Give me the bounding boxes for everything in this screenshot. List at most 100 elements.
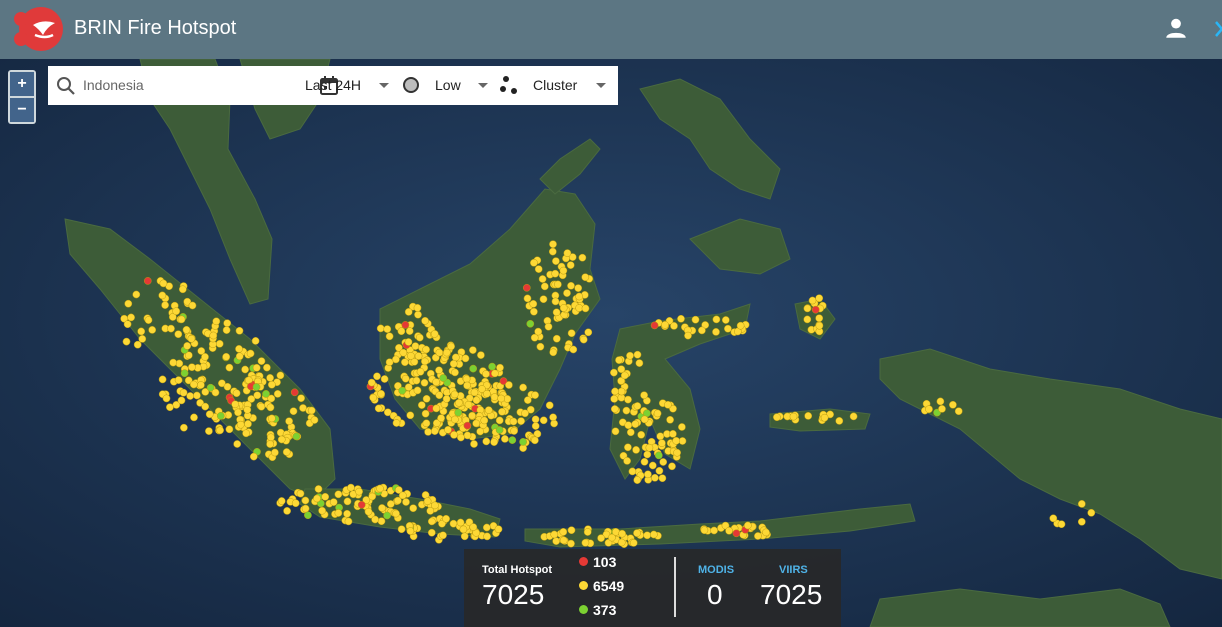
hotspot-marker[interactable]: [263, 363, 271, 372]
hotspot-marker[interactable]: [266, 403, 275, 412]
hotspot-marker[interactable]: [188, 301, 197, 310]
hotspot-marker[interactable]: [574, 284, 583, 292]
hotspot-marker[interactable]: [635, 359, 644, 367]
hotspot-marker[interactable]: [583, 528, 592, 536]
hotspot-marker[interactable]: [517, 417, 525, 425]
hotspot-marker[interactable]: [159, 279, 168, 288]
location-search-input[interactable]: [81, 74, 231, 96]
hotspot-marker[interactable]: [201, 353, 209, 361]
hotspot-marker[interactable]: [143, 277, 152, 285]
hotspot-marker[interactable]: [235, 345, 243, 353]
hotspot-marker[interactable]: [435, 366, 443, 375]
hotspot-marker[interactable]: [1077, 517, 1086, 526]
hotspot-marker[interactable]: [205, 410, 214, 419]
hotspot-marker[interactable]: [343, 509, 351, 518]
hotspot-marker[interactable]: [554, 280, 562, 289]
hotspot-marker[interactable]: [183, 342, 192, 350]
hotspot-marker[interactable]: [664, 400, 672, 409]
hotspot-marker[interactable]: [581, 304, 590, 313]
hotspot-marker[interactable]: [678, 423, 686, 431]
hotspot-marker[interactable]: [442, 395, 451, 403]
hotspot-marker[interactable]: [815, 314, 824, 323]
hotspot-marker[interactable]: [409, 504, 418, 513]
hotspot-marker[interactable]: [548, 247, 557, 256]
hotspot-marker[interactable]: [267, 394, 276, 403]
hotspot-marker[interactable]: [414, 352, 423, 360]
hotspot-marker[interactable]: [416, 367, 425, 376]
hotspot-marker[interactable]: [216, 426, 224, 435]
hotspot-marker[interactable]: [655, 466, 664, 475]
hotspot-marker[interactable]: [197, 381, 205, 389]
hotspot-marker[interactable]: [399, 348, 408, 357]
hotspot-marker[interactable]: [454, 408, 463, 417]
hotspot-marker[interactable]: [189, 380, 198, 389]
hotspot-marker[interactable]: [174, 376, 183, 384]
hotspot-marker[interactable]: [567, 526, 576, 535]
hotspot-marker[interactable]: [422, 394, 431, 403]
hotspot-marker[interactable]: [215, 339, 224, 348]
hotspot-marker[interactable]: [578, 253, 587, 262]
hotspot-marker[interactable]: [661, 321, 669, 329]
hotspot-marker[interactable]: [383, 511, 391, 520]
hotspot-marker[interactable]: [451, 353, 460, 362]
hotspot-marker[interactable]: [654, 451, 663, 460]
hotspot-marker[interactable]: [803, 315, 812, 324]
hotspot-marker[interactable]: [249, 452, 258, 461]
hotspot-marker[interactable]: [421, 316, 429, 325]
hotspot-marker[interactable]: [463, 431, 472, 440]
hotspot-marker[interactable]: [618, 529, 626, 538]
hotspot-marker[interactable]: [656, 432, 665, 441]
hotspot-marker[interactable]: [645, 443, 654, 452]
hotspot-marker[interactable]: [633, 402, 642, 410]
hotspot-marker[interactable]: [211, 388, 220, 397]
hotspot-marker[interactable]: [430, 427, 439, 435]
hotspot-marker[interactable]: [483, 389, 491, 398]
hotspot-marker[interactable]: [180, 423, 188, 432]
hotspot-marker[interactable]: [539, 416, 548, 425]
hotspot-marker[interactable]: [385, 358, 394, 367]
hotspot-marker[interactable]: [368, 492, 377, 501]
hotspot-marker[interactable]: [162, 394, 171, 403]
hotspot-marker[interactable]: [632, 446, 640, 454]
hotspot-marker[interactable]: [460, 532, 469, 541]
hotspot-marker[interactable]: [223, 319, 232, 328]
hotspot-marker[interactable]: [392, 419, 401, 427]
hotspot-marker[interactable]: [190, 413, 198, 422]
hotspot-marker[interactable]: [550, 530, 559, 539]
hotspot-marker[interactable]: [531, 436, 539, 445]
hotspot-marker[interactable]: [369, 393, 378, 402]
hotspot-marker[interactable]: [569, 345, 578, 354]
hotspot-marker[interactable]: [301, 504, 310, 513]
hotspot-marker[interactable]: [477, 351, 485, 359]
hotspot-marker[interactable]: [531, 415, 540, 424]
hotspot-marker[interactable]: [177, 315, 186, 324]
hotspot-marker[interactable]: [271, 448, 279, 457]
hotspot-marker[interactable]: [472, 396, 481, 405]
hotspot-marker[interactable]: [376, 484, 384, 493]
hotspot-marker[interactable]: [954, 407, 963, 416]
hotspot-marker[interactable]: [530, 307, 538, 316]
hotspot-marker[interactable]: [435, 348, 444, 357]
hotspot-marker[interactable]: [172, 307, 181, 316]
hotspot-marker[interactable]: [1077, 500, 1086, 508]
hotspot-marker[interactable]: [640, 457, 649, 466]
hotspot-marker[interactable]: [444, 425, 452, 434]
hotspot-marker[interactable]: [451, 415, 459, 424]
hotspot-marker[interactable]: [611, 427, 620, 436]
hotspot-marker[interactable]: [490, 438, 498, 446]
hotspot-marker[interactable]: [559, 528, 568, 536]
hotspot-marker[interactable]: [273, 390, 282, 398]
hotspot-marker[interactable]: [567, 281, 575, 290]
hotspot-marker[interactable]: [180, 369, 189, 378]
hotspot-marker[interactable]: [451, 368, 459, 377]
hotspot-marker[interactable]: [552, 334, 561, 343]
hotspot-marker[interactable]: [123, 320, 132, 329]
hotspot-marker[interactable]: [463, 381, 471, 390]
hotspot-marker[interactable]: [670, 322, 678, 330]
hotspot-marker[interactable]: [508, 436, 517, 444]
hotspot-marker[interactable]: [177, 396, 186, 405]
hotspot-marker[interactable]: [579, 335, 588, 344]
hotspot-marker[interactable]: [849, 412, 858, 421]
hotspot-marker[interactable]: [808, 296, 817, 305]
hotspot-marker[interactable]: [653, 409, 662, 418]
